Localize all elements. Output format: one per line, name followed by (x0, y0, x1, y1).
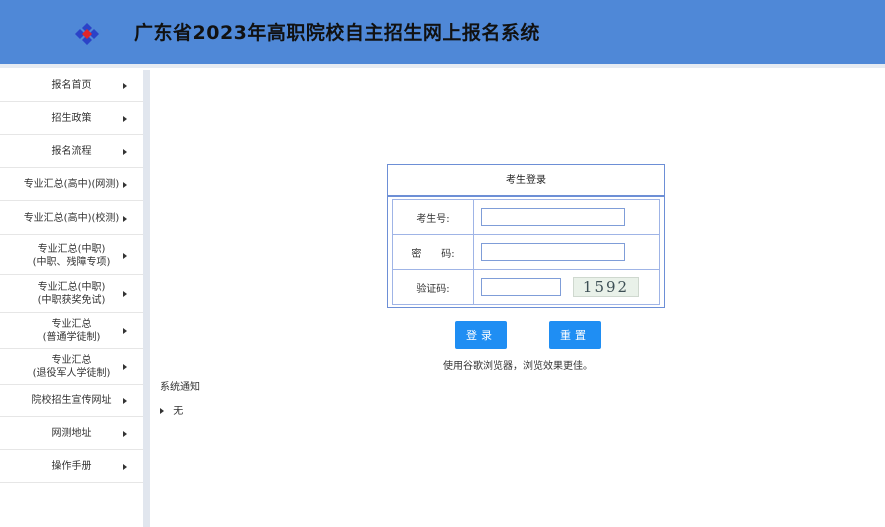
sidebar-item-label: 专业汇总(中职) (中职、残障专项) (32, 243, 111, 268)
candidate-id-input[interactable] (481, 208, 625, 226)
sidebar-item-label: 专业汇总(高中)(网测) (23, 179, 120, 190)
sidebar-item-majors-hs-online[interactable]: 专业汇总(高中)(网测) (0, 169, 143, 201)
sidebar-item-process[interactable]: 报名流程 (0, 136, 143, 168)
logo-icon (75, 23, 99, 45)
notice-item-text: 无 (173, 406, 184, 417)
notice-item: 无 (160, 402, 183, 417)
browser-hint: 使用谷歌浏览器，浏览效果更佳。 (443, 361, 593, 372)
password-label: 密 码: (393, 235, 474, 269)
sidebar-item-label: 招生政策 (51, 113, 92, 124)
arrow-right-icon (123, 115, 127, 122)
captcha-input[interactable] (481, 278, 561, 296)
sidebar-item-policy[interactable]: 招生政策 (0, 103, 143, 135)
bullet-arrow-icon (160, 408, 164, 414)
login-form: 考生号: 密 码: 验证码: 1592 (392, 199, 660, 305)
sidebar-item-label: 专业汇总(高中)(校测) (23, 213, 120, 224)
sidebar-item-manual[interactable]: 操作手册 (0, 451, 143, 483)
arrow-right-icon (123, 82, 127, 89)
sidebar-item-label: 专业汇总(中职) (中职获奖免试) (37, 281, 106, 306)
sidebar-item-label: 操作手册 (51, 461, 92, 472)
reset-button[interactable]: 重置 (549, 321, 601, 349)
login-panel: 考生登录 考生号: 密 码: 验证码: 1592 (387, 164, 665, 308)
arrow-right-icon (123, 181, 127, 188)
sidebar-item-college-links[interactable]: 院校招生宣传网址 (0, 385, 143, 417)
captcha-label: 验证码: (393, 270, 474, 305)
sidebar-item-label: 报名流程 (51, 146, 92, 157)
arrow-right-icon (123, 463, 127, 470)
arrow-right-icon (123, 327, 127, 334)
sidebar-item-majors-apprentice[interactable]: 专业汇总 (普通学徒制) (0, 313, 143, 349)
sidebar-item-label: 网测地址 (51, 428, 92, 439)
sidebar-item-majors-veteran[interactable]: 专业汇总 (退役军人学徒制) (0, 349, 143, 385)
captcha-image[interactable]: 1592 (573, 277, 639, 297)
captcha-row: 验证码: 1592 (393, 270, 659, 305)
candidate-id-label: 考生号: (393, 200, 474, 234)
arrow-right-icon (123, 430, 127, 437)
arrow-right-icon (123, 148, 127, 155)
login-title: 考生登录 (388, 165, 664, 197)
sidebar-item-home[interactable]: 报名首页 (0, 70, 143, 102)
sidebar-nav: 报名首页 招生政策 报名流程 专业汇总(高中)(网测) 专业汇总(高中)(校测)… (0, 70, 143, 527)
page-title: 广东省2023年高职院校自主招生网上报名系统 (134, 22, 540, 44)
arrow-right-icon (123, 252, 127, 259)
arrow-right-icon (123, 290, 127, 297)
sidebar-item-test-address[interactable]: 网测地址 (0, 418, 143, 450)
sidebar-item-majors-vocational-award[interactable]: 专业汇总(中职) (中职获奖免试) (0, 275, 143, 313)
sidebar-item-label: 报名首页 (51, 80, 92, 91)
page-header: 广东省2023年高职院校自主招生网上报名系统 (0, 0, 885, 64)
arrow-right-icon (123, 363, 127, 370)
arrow-right-icon (123, 397, 127, 404)
password-input[interactable] (481, 243, 625, 261)
header-divider (0, 64, 885, 68)
sidebar-divider (143, 70, 150, 527)
sidebar-item-majors-vocational-special[interactable]: 专业汇总(中职) (中职、残障专项) (0, 237, 143, 275)
candidate-id-row: 考生号: (393, 200, 659, 235)
login-button[interactable]: 登录 (455, 321, 507, 349)
sidebar-item-label: 专业汇总 (普通学徒制) (42, 318, 101, 343)
password-row: 密 码: (393, 235, 659, 270)
notice-title: 系统通知 (160, 382, 200, 393)
sidebar-item-majors-hs-school[interactable]: 专业汇总(高中)(校测) (0, 203, 143, 235)
sidebar-item-label: 院校招生宣传网址 (31, 395, 112, 406)
sidebar-item-label: 专业汇总 (退役军人学徒制) (32, 354, 111, 379)
arrow-right-icon (123, 215, 127, 222)
